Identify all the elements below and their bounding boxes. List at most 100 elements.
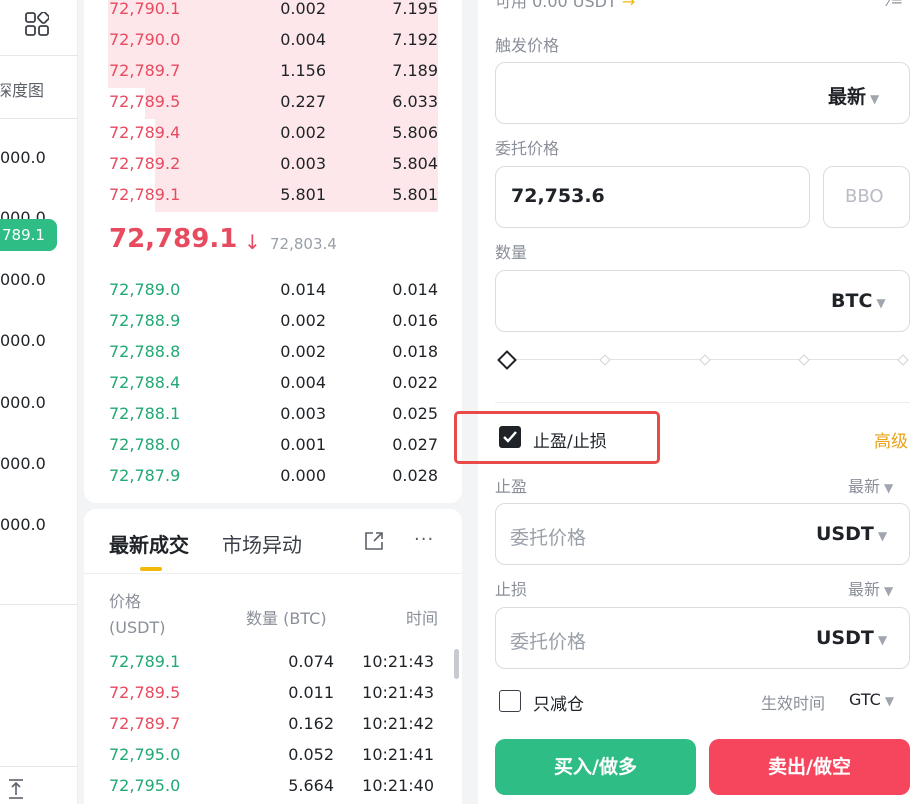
more-icon[interactable]: ···: [414, 529, 434, 550]
caret-down-icon: ▼: [876, 296, 886, 310]
bid-qty: 0.000: [280, 466, 326, 485]
depth-chart-tab[interactable]: 深度图: [0, 77, 44, 101]
ask-total: 6.033: [392, 92, 438, 111]
depth-value: 000.0: [0, 148, 46, 167]
ask-row[interactable]: 72,789.7 1.156 7.189: [84, 57, 462, 88]
advanced-link[interactable]: 高级: [874, 427, 908, 452]
trade-price: 72,789.5: [109, 683, 181, 702]
bid-price: 72,789.0: [109, 280, 181, 299]
reduce-only-checkbox[interactable]: [499, 690, 521, 712]
tp-trigger-dropdown[interactable]: 最新 ▼: [848, 473, 893, 497]
slider-stop[interactable]: [599, 354, 611, 366]
ask-price: 72,789.1: [109, 185, 181, 204]
quantity-unit-dropdown[interactable]: BTC ▼: [831, 290, 886, 312]
depth-value: 000.0: [0, 331, 46, 350]
sl-trigger-dropdown[interactable]: 最新 ▼: [848, 576, 893, 600]
bid-qty: 0.002: [280, 342, 326, 361]
trade-price: 72,795.0: [109, 745, 181, 764]
bid-total: 0.018: [392, 342, 438, 361]
bid-total: 0.025: [392, 404, 438, 423]
bid-qty: 0.014: [280, 280, 326, 299]
ask-total: 7.195: [392, 0, 438, 18]
trade-row: 72,789.7 0.162 10:21:42: [84, 710, 462, 741]
ask-qty: 5.801: [280, 185, 326, 204]
trade-row: 72,795.0 5.664 10:21:40: [84, 772, 462, 803]
left-panel: 深度图 000.0 000.0 789.1 000.0 000.0 000.0 …: [0, 0, 78, 804]
ask-total: 7.192: [392, 30, 438, 49]
bid-row[interactable]: 72,787.9 0.000 0.028: [84, 462, 462, 493]
slider-stop[interactable]: [798, 354, 810, 366]
trigger-price-label: 触发价格: [495, 36, 560, 55]
scroll-top-icon[interactable]: [6, 778, 26, 800]
price-badge: 789.1: [0, 219, 57, 251]
ask-price: 72,790.1: [109, 0, 181, 18]
ask-row[interactable]: 72,789.1 5.801 5.801: [84, 181, 462, 212]
bid-row[interactable]: 72,789.0 0.014 0.014: [84, 276, 462, 307]
bid-row[interactable]: 72,788.9 0.002 0.016: [84, 307, 462, 338]
col-price: 价格 (USDT): [109, 592, 166, 637]
bid-total: 0.028: [392, 466, 438, 485]
ask-row[interactable]: 72,790.1 0.002 7.195: [84, 0, 462, 26]
order-price-value: 72,753.6: [511, 185, 605, 207]
bid-price: 72,788.1: [109, 404, 181, 423]
col-time: 时间: [405, 609, 438, 628]
calc-icon[interactable]: ⁄=: [888, 0, 903, 10]
slider-handle[interactable]: [497, 350, 517, 370]
buy-long-button[interactable]: 买入/做多: [495, 739, 696, 795]
order-book: 72,790.1 0.002 7.195 72,790.0 0.004 7.192 72,7…: [84, 0, 462, 503]
sl-label: 止损: [495, 580, 528, 599]
bid-row[interactable]: 72,788.0 0.001 0.027: [84, 431, 462, 462]
reduce-only-label[interactable]: 只减仓: [533, 690, 584, 715]
caret-down-icon: ▼: [870, 92, 880, 106]
bid-qty: 0.002: [280, 311, 326, 330]
ask-price: 72,789.4: [109, 123, 181, 142]
bid-row[interactable]: 72,788.8 0.002 0.018: [84, 338, 462, 369]
scrollbar[interactable]: [454, 649, 459, 679]
sell-short-button[interactable]: 卖出/做空: [709, 739, 910, 795]
trade-qty: 0.162: [288, 714, 334, 733]
slider-stop[interactable]: [699, 354, 711, 366]
ask-qty: 0.003: [280, 154, 326, 173]
tab-market-moves[interactable]: 市场异动: [222, 529, 302, 558]
depth-value: 000.0: [0, 393, 46, 412]
transfer-icon[interactable]: →: [622, 0, 635, 11]
trade-time: 10:21:40: [362, 776, 434, 795]
ask-row[interactable]: 72,789.5 0.227 6.033: [84, 88, 462, 119]
ask-row[interactable]: 72,790.0 0.004 7.192: [84, 26, 462, 57]
bid-row[interactable]: 72,788.4 0.004 0.022: [84, 369, 462, 400]
trade-time: 10:21:43: [362, 652, 434, 671]
depth-value: 000.0: [0, 270, 46, 289]
ask-row[interactable]: 72,789.2 0.003 5.804: [84, 150, 462, 181]
ask-row[interactable]: 72,789.4 0.002 5.806: [84, 119, 462, 150]
tp-label: 止盈: [495, 477, 528, 496]
ask-price: 72,789.2: [109, 154, 181, 173]
trade-price: 72,789.7: [109, 714, 181, 733]
ask-qty: 0.002: [280, 0, 326, 18]
tif-label: 生效时间: [761, 694, 826, 713]
popout-icon[interactable]: [364, 531, 384, 551]
trade-row: 72,789.5 0.011 10:21:43: [84, 679, 462, 710]
trade-row: 72,795.0 0.052 10:21:41: [84, 741, 462, 772]
caret-down-icon: ▼: [884, 584, 894, 598]
depth-value: 000.0: [0, 454, 46, 473]
slider-stop[interactable]: [897, 354, 909, 366]
quantity-slider[interactable]: [495, 350, 910, 370]
ask-total: 5.804: [392, 154, 438, 173]
tab-latest-trades[interactable]: 最新成交: [109, 529, 189, 558]
tif-dropdown[interactable]: GTC ▼: [849, 690, 894, 709]
trade-row: 72,789.1 0.074 10:21:43: [84, 648, 462, 679]
ask-qty: 0.227: [280, 92, 326, 111]
bid-row[interactable]: 72,788.1 0.003 0.025: [84, 400, 462, 431]
trade-qty: 0.011: [288, 683, 334, 702]
sl-unit-dropdown[interactable]: USDT ▼: [816, 627, 887, 649]
col-qty: 数量 (BTC): [246, 609, 327, 628]
trigger-type-dropdown[interactable]: 最新 ▼: [828, 82, 879, 109]
bid-price: 72,788.0: [109, 435, 181, 454]
ask-qty: 0.002: [280, 123, 326, 142]
grid-icon[interactable]: [25, 11, 50, 36]
tp-unit-dropdown[interactable]: USDT ▼: [816, 523, 887, 545]
bid-price: 72,788.9: [109, 311, 181, 330]
sl-placeholder: 委托价格: [510, 631, 587, 653]
trade-price: 72,789.1: [109, 652, 181, 671]
ask-total: 5.801: [392, 185, 438, 204]
